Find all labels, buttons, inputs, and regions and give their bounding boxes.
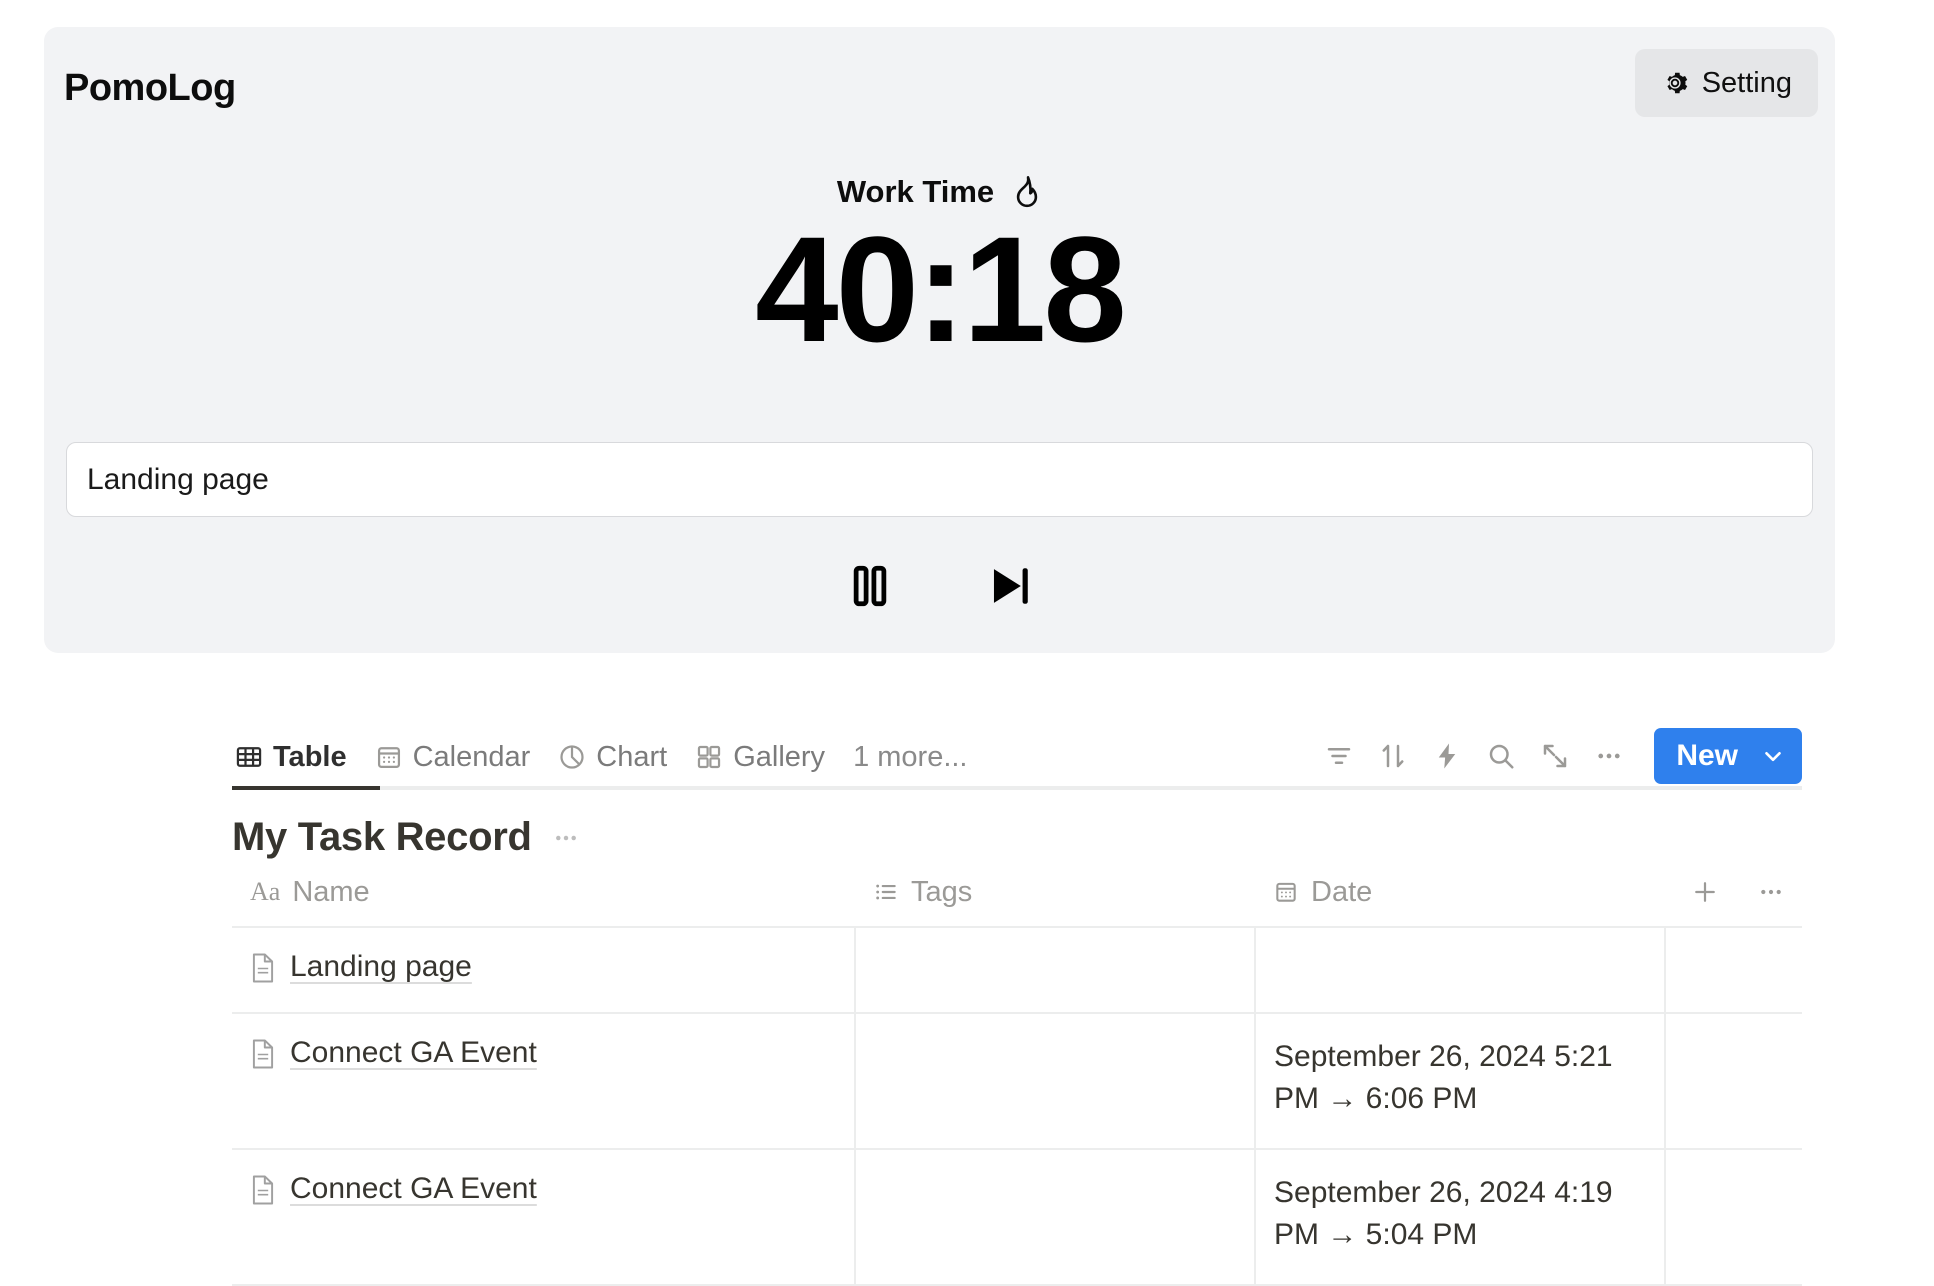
task-table: Aa Name Tags Date Landing page Connect G… (232, 874, 1802, 1286)
calendar-icon (1273, 879, 1299, 905)
list-icon (873, 879, 899, 905)
cell-date[interactable]: September 26, 2024 4:19 PM → 5:04 PM (1255, 1149, 1666, 1286)
app-title: PomoLog (64, 67, 236, 109)
skip-button[interactable] (976, 552, 1044, 620)
setting-button-label: Setting (1701, 66, 1792, 99)
column-options-button[interactable] (1753, 874, 1789, 910)
cell-extra (1665, 927, 1802, 1014)
cell-tags[interactable] (855, 1149, 1256, 1286)
flame-icon (1012, 175, 1042, 209)
view-tab-table[interactable]: Table (232, 724, 361, 790)
more-options-button[interactable] (1582, 729, 1636, 783)
date-value: September 26, 2024 5:21 PM → 6:06 PM (1274, 1040, 1613, 1115)
pause-icon (844, 565, 896, 615)
cell-name[interactable]: Connect GA Event (232, 1013, 856, 1150)
row-name-link[interactable]: Connect GA Event (290, 1036, 537, 1070)
chevron-down-icon[interactable] (1756, 743, 1802, 769)
database-section: Table Calendar Chart Gallery 1 more... N… (232, 724, 1802, 1286)
view-tab-gallery[interactable]: Gallery (681, 724, 839, 790)
column-header-name[interactable]: Aa Name (232, 874, 855, 928)
table-body: Landing page Connect GA Event September … (232, 927, 1802, 1286)
table-row[interactable]: Landing page (232, 927, 1802, 1014)
sort-icon (1378, 741, 1408, 771)
aa-text-icon: Aa (250, 877, 281, 906)
gear-icon (1661, 69, 1689, 97)
search-icon (1486, 741, 1516, 771)
table-row[interactable]: Connect GA Event September 26, 2024 5:21… (232, 1013, 1802, 1150)
task-name-input[interactable] (66, 442, 1813, 517)
table-header-row: Aa Name Tags Date (232, 874, 1802, 928)
column-header-label: Date (1311, 875, 1373, 908)
document-icon (250, 950, 276, 984)
ellipsis-icon (552, 835, 580, 856)
row-name-link[interactable]: Connect GA Event (290, 1172, 537, 1206)
filter-icon (1324, 741, 1354, 771)
add-column-button[interactable] (1687, 874, 1723, 910)
view-tab-label: Chart (596, 740, 668, 773)
gallery-icon (695, 743, 723, 771)
document-icon (250, 1036, 276, 1070)
database-title: My Task Record (232, 815, 532, 859)
chart-icon (558, 743, 586, 771)
expand-button[interactable] (1528, 729, 1582, 783)
timer-display: 40:18 (755, 205, 1127, 373)
ellipsis-icon (1757, 889, 1785, 909)
expand-icon (1540, 741, 1570, 771)
column-header-actions (1665, 874, 1802, 928)
cell-extra (1665, 1013, 1802, 1150)
document-icon (250, 1172, 276, 1206)
view-tab-chart[interactable]: Chart (544, 724, 681, 790)
skip-next-icon (984, 568, 1036, 615)
view-tab-calendar[interactable]: Calendar (361, 724, 545, 790)
date-value: September 26, 2024 4:19 PM → 5:04 PM (1274, 1176, 1613, 1251)
column-header-tags[interactable]: Tags (855, 874, 1255, 928)
column-header-label: Name (292, 875, 370, 908)
view-tabs: Table Calendar Chart Gallery 1 more... (232, 724, 982, 790)
ellipsis-icon (1594, 741, 1624, 771)
view-tab-label: Gallery (733, 740, 826, 773)
column-header-date[interactable]: Date (1255, 874, 1665, 928)
pause-button[interactable] (836, 552, 904, 620)
cell-name[interactable]: Landing page (232, 927, 856, 1014)
cell-extra (1665, 1149, 1802, 1286)
timer-card: PomoLog Setting Work Time 40:18 (44, 27, 1835, 653)
filter-button[interactable] (1312, 729, 1366, 783)
cell-date[interactable]: September 26, 2024 5:21 PM → 6:06 PM (1255, 1013, 1666, 1150)
table-row[interactable]: Connect GA Event September 26, 2024 4:19… (232, 1149, 1802, 1286)
column-header-label: Tags (911, 875, 973, 908)
cell-date[interactable] (1255, 927, 1666, 1014)
timer-controls (44, 552, 1835, 620)
row-name-link[interactable]: Landing page (290, 950, 472, 984)
new-button-label: New (1676, 739, 1738, 772)
lightning-icon (1432, 741, 1462, 771)
new-button[interactable]: New (1654, 728, 1802, 784)
search-button[interactable] (1474, 729, 1528, 783)
cell-tags[interactable] (855, 1013, 1256, 1150)
view-bar-divider (232, 786, 1802, 790)
automation-button[interactable] (1420, 729, 1474, 783)
database-title-menu-button[interactable] (550, 816, 582, 860)
calendar-icon (375, 743, 403, 771)
database-toolbar: New (1312, 728, 1802, 786)
setting-button[interactable]: Setting (1634, 49, 1818, 117)
sort-button[interactable] (1366, 729, 1420, 783)
active-view-indicator (232, 786, 380, 790)
view-tab-label: Calendar (412, 740, 531, 773)
view-bar: Table Calendar Chart Gallery 1 more... N… (232, 724, 1802, 790)
database-title-row: My Task Record (232, 815, 1802, 860)
cell-tags[interactable] (855, 927, 1256, 1014)
table-icon (235, 743, 263, 771)
view-tab-label: Table (273, 740, 347, 773)
plus-icon (1691, 882, 1719, 909)
cell-name[interactable]: Connect GA Event (232, 1149, 856, 1286)
more-views-button[interactable]: 1 more... (839, 741, 981, 774)
